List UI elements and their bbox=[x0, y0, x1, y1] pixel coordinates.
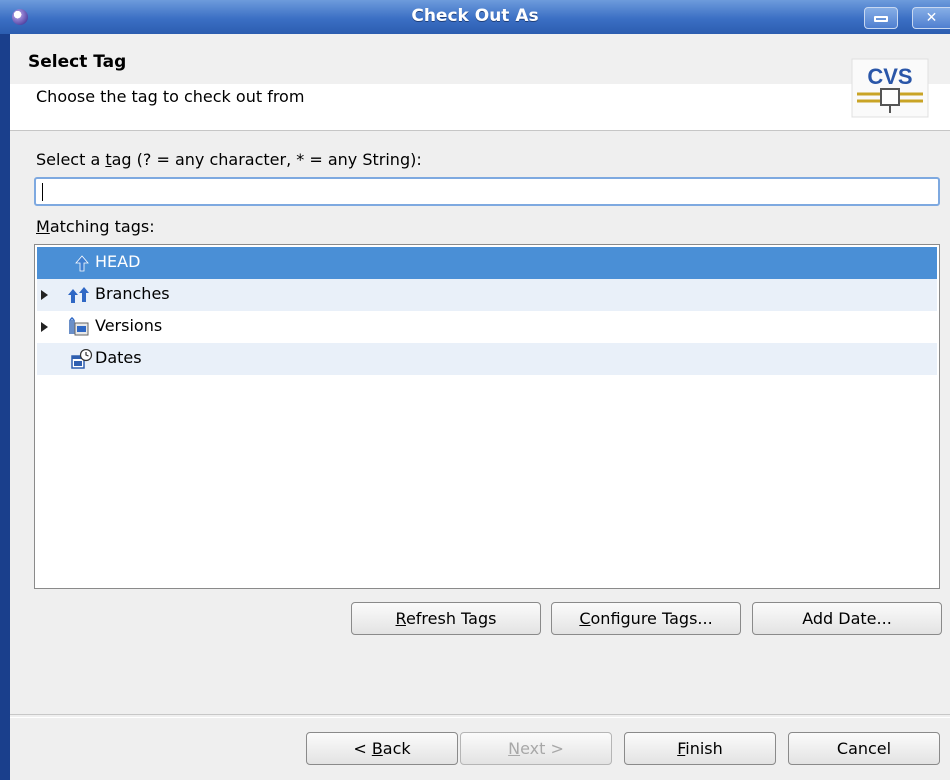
page-title: Select Tag bbox=[28, 52, 127, 72]
add-date-label: Add Date... bbox=[802, 609, 892, 628]
matching-tags-label-post: atching tags: bbox=[49, 217, 155, 236]
refresh-tags-button[interactable]: Refresh Tags bbox=[351, 602, 541, 635]
title-bar[interactable]: Check Out As ✕ bbox=[0, 0, 950, 35]
check-out-as-dialog: Check Out As ✕ Select Tag Choose the tag… bbox=[0, 0, 950, 780]
expand-arrow-icon[interactable] bbox=[41, 322, 48, 332]
wizard-header-band bbox=[10, 34, 950, 84]
matching-tags-tree[interactable]: HEAD Branches Versions Dates bbox=[34, 244, 940, 589]
configure-tags-label: onfigure Tags... bbox=[590, 609, 713, 628]
text-caret bbox=[42, 183, 43, 201]
tree-item-branches[interactable]: Branches bbox=[37, 279, 937, 311]
add-date-button[interactable]: Add Date... bbox=[752, 602, 942, 635]
configure-tags-mnemonic: C bbox=[579, 609, 591, 628]
back-button[interactable]: < Back bbox=[306, 732, 458, 765]
tag-filter-label-post: ag (? = any character, * = any String): bbox=[111, 150, 422, 169]
tag-filter-input[interactable] bbox=[34, 177, 940, 206]
maximize-button[interactable] bbox=[864, 7, 898, 29]
cvs-logo-text: CVS bbox=[867, 64, 912, 89]
expand-arrow-icon[interactable] bbox=[41, 290, 48, 300]
cancel-button[interactable]: Cancel bbox=[788, 732, 940, 765]
back-mnemonic: B bbox=[371, 739, 383, 758]
maximize-icon bbox=[874, 15, 888, 22]
tag-filter-label-pre: Select a bbox=[36, 150, 106, 169]
versions-icon bbox=[69, 317, 89, 336]
back-label: ack bbox=[382, 739, 411, 758]
tree-item-label: Branches bbox=[95, 284, 170, 303]
cancel-label: Cancel bbox=[836, 739, 892, 758]
next-mnemonic: N bbox=[508, 739, 521, 758]
matching-tags-label: Matching tags: bbox=[36, 217, 155, 236]
close-button[interactable]: ✕ bbox=[912, 7, 950, 29]
finish-button[interactable]: Finish bbox=[624, 732, 776, 765]
refresh-tags-label: efresh Tags bbox=[405, 609, 497, 628]
tree-item-label: HEAD bbox=[95, 252, 141, 271]
refresh-tags-mnemonic: R bbox=[395, 609, 406, 628]
matching-tags-label-mnemonic: M bbox=[36, 217, 50, 236]
dates-icon bbox=[71, 349, 93, 369]
tree-item-dates[interactable]: Dates bbox=[37, 343, 937, 375]
branches-icon bbox=[68, 287, 89, 303]
next-label: ext > bbox=[520, 739, 564, 758]
back-prefix: < bbox=[353, 739, 372, 758]
tag-filter-label: Select a tag (? = any character, * = any… bbox=[36, 150, 422, 169]
footer-separator bbox=[10, 714, 950, 718]
page-description: Choose the tag to check out from bbox=[36, 87, 305, 106]
next-button[interactable]: Next > bbox=[460, 732, 612, 765]
tree-item-head[interactable]: HEAD bbox=[37, 247, 937, 279]
configure-tags-button[interactable]: Configure Tags... bbox=[551, 602, 741, 635]
window-border bbox=[0, 34, 10, 780]
window-title: Check Out As bbox=[411, 6, 539, 26]
tree-item-label: Dates bbox=[95, 348, 142, 367]
head-tag-icon bbox=[75, 255, 89, 272]
finish-label: inish bbox=[685, 739, 723, 758]
close-icon: ✕ bbox=[925, 10, 938, 26]
cvs-logo: CVS bbox=[851, 58, 929, 118]
tree-item-label: Versions bbox=[95, 316, 163, 335]
tree-item-versions[interactable]: Versions bbox=[37, 311, 937, 343]
